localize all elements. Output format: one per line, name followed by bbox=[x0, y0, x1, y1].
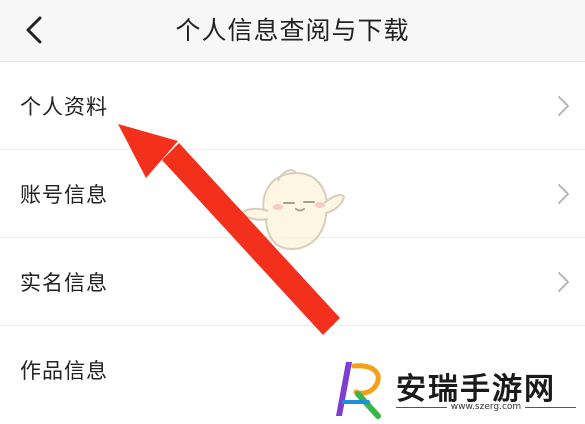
watermark-url: www.szerg.com bbox=[450, 402, 522, 412]
menu-item-label: 实名信息 bbox=[20, 271, 108, 295]
site-logo-icon bbox=[336, 362, 381, 419]
watermark: 安瑞手游网 www.szerg.com bbox=[332, 358, 582, 420]
menu-item-personal-profile[interactable]: 个人资料 bbox=[0, 62, 585, 150]
divider bbox=[525, 406, 576, 408]
chevron-right-icon bbox=[558, 184, 569, 204]
watermark-url-row: www.szerg.com bbox=[396, 402, 576, 412]
menu-item-label: 个人资料 bbox=[20, 95, 108, 119]
divider bbox=[396, 406, 447, 408]
mascot-illustration bbox=[240, 169, 346, 251]
page-title: 个人信息查阅与下载 bbox=[175, 16, 410, 45]
navigation-bar: 个人信息查阅与下载 bbox=[0, 0, 585, 62]
chevron-right-icon bbox=[558, 272, 569, 292]
menu-item-label: 作品信息 bbox=[20, 359, 108, 383]
menu-item-label: 账号信息 bbox=[20, 183, 108, 207]
chevron-right-icon bbox=[558, 96, 569, 116]
